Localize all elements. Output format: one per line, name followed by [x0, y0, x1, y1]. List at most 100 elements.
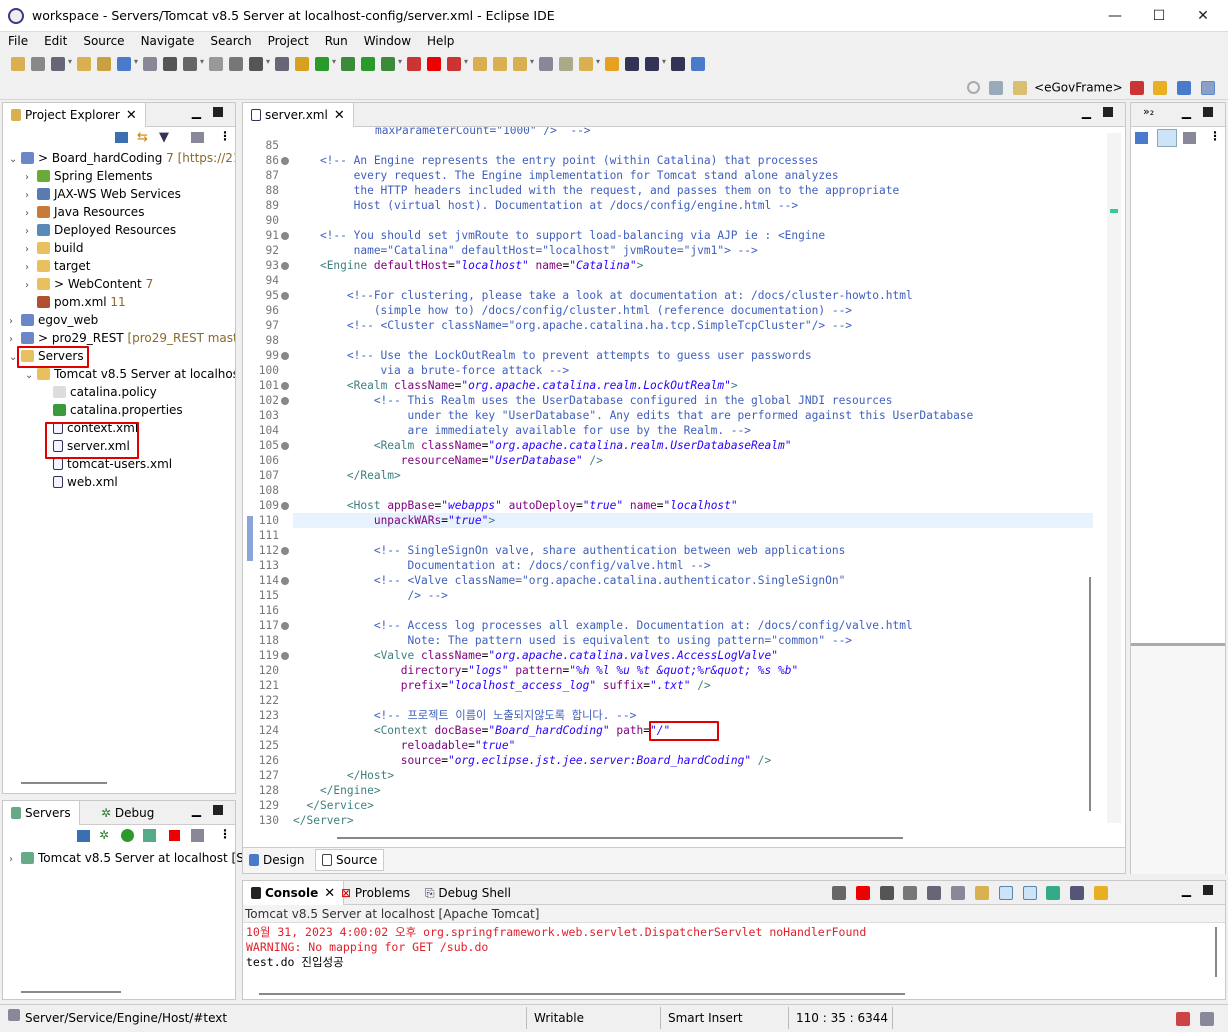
code-line[interactable]: resourceName="UserDatabase" />	[293, 453, 603, 468]
menu-search[interactable]: Search	[202, 32, 259, 50]
tree-item[interactable]: › build	[25, 239, 84, 257]
toolbar-button-icon[interactable]	[381, 56, 395, 71]
tree-item[interactable]: › > WebContent 7	[25, 275, 153, 293]
debug-server-icon[interactable]: ✲	[99, 828, 109, 842]
fold-toggle-icon[interactable]	[281, 622, 289, 630]
minimize-icon[interactable]: ▁	[192, 105, 201, 119]
fold-toggle-icon[interactable]	[281, 397, 289, 405]
fold-toggle-icon[interactable]	[281, 262, 289, 270]
code-line[interactable]: </Realm>	[293, 468, 401, 483]
code-line[interactable]: <!-- An Engine represents the entry poin…	[293, 153, 818, 168]
fold-toggle-icon[interactable]	[281, 232, 289, 240]
tree-item[interactable]: › Deployed Resources	[25, 221, 176, 239]
tree-item[interactable]: › egov_web	[9, 311, 98, 329]
code-line[interactable]: <!-- <Cluster className="org.apache.cata…	[293, 318, 852, 333]
tab-problems[interactable]: ⊠ Problems	[335, 881, 416, 905]
fold-toggle-icon[interactable]	[281, 547, 289, 555]
publish-icon[interactable]	[191, 829, 204, 842]
code-line[interactable]: under the key "UserDatabase". Any edits …	[293, 408, 974, 423]
toolbar-button-icon[interactable]	[315, 56, 329, 71]
egovframe-perspective-icon[interactable]	[1013, 80, 1028, 95]
dropdown-arrow-icon[interactable]: ▾	[530, 57, 536, 71]
toolbar-button-icon[interactable]	[513, 56, 527, 71]
java-perspective-icon[interactable]	[1177, 80, 1192, 95]
minimize-icon[interactable]: ▁	[1082, 105, 1091, 119]
more-icon[interactable]: ⋮	[219, 827, 231, 841]
code-line[interactable]: <Realm className="org.apache.catalina.re…	[293, 438, 792, 453]
toolbar-button-icon[interactable]	[671, 56, 685, 71]
code-line[interactable]: /> -->	[293, 588, 448, 603]
horizontal-scrollbar[interactable]	[21, 782, 107, 784]
fold-toggle-icon[interactable]	[281, 442, 289, 450]
tree-item[interactable]: › Spring Elements	[25, 167, 152, 185]
toolbar-button-icon[interactable]	[11, 56, 25, 71]
tree-item[interactable]: ›> pro29_REST [pro29_REST master]	[9, 329, 235, 347]
code-line[interactable]: source="org.eclipse.jst.jee.server:Board…	[293, 753, 772, 768]
close-icon[interactable]: ✕	[324, 886, 335, 901]
dropdown-arrow-icon[interactable]: ▾	[332, 57, 338, 71]
close-icon[interactable]: ✕	[126, 108, 137, 123]
console-output[interactable]: 10월 31, 2023 4:00:02 오후 org.springframew…	[243, 923, 1225, 972]
code-line[interactable]: <!-- 프로젝트 이름이 노출되지않도록 합니다. -->	[293, 708, 637, 723]
code-line[interactable]: every request. The Engine implementation…	[293, 168, 839, 183]
code-line[interactable]: </Server>	[293, 813, 354, 827]
menu-help[interactable]: Help	[419, 32, 462, 50]
toolbar-button-icon[interactable]	[473, 56, 487, 71]
fold-toggle-icon[interactable]	[281, 382, 289, 390]
dropdown-arrow-icon[interactable]: ▾	[200, 57, 206, 71]
tree-item[interactable]: pom.xml 11	[25, 293, 126, 311]
code-line[interactable]: <!-- SingleSignOn valve, share authentic…	[293, 543, 846, 558]
pin-console-icon[interactable]	[1046, 885, 1061, 900]
dropdown-arrow-icon[interactable]: ▾	[596, 57, 602, 71]
code-line[interactable]: <Valve className="org.apache.catalina.va…	[293, 648, 778, 663]
minimize-icon[interactable]: ▁	[1182, 883, 1191, 897]
collapse-all-icon[interactable]	[115, 132, 128, 143]
fold-toggle-icon[interactable]	[281, 652, 289, 660]
more-icon[interactable]: ⋮	[1209, 129, 1221, 143]
code-line[interactable]: <!-- You should set jvmRoute to support …	[293, 228, 825, 243]
maximize-icon[interactable]	[1203, 107, 1213, 117]
code-line[interactable]: </Service>	[293, 798, 373, 813]
menu-project[interactable]: Project	[260, 32, 317, 50]
toolbar-button-icon[interactable]	[691, 56, 705, 71]
code-line[interactable]: <!-- Access log processes all example. D…	[293, 618, 913, 633]
maximize-icon[interactable]	[213, 805, 223, 815]
toolbar-button-icon[interactable]	[341, 56, 355, 71]
toolbar-button-icon[interactable]	[51, 56, 65, 71]
menu-source[interactable]: Source	[75, 32, 132, 50]
code-line[interactable]: <Engine defaultHost="localhost" name="Ca…	[293, 258, 643, 273]
code-line[interactable]: <!-- This Realm uses the UserDatabase co…	[293, 393, 893, 408]
toolbar-button-icon[interactable]	[31, 56, 45, 71]
tree-item[interactable]: catalina.properties	[41, 401, 183, 419]
collapse-icon[interactable]	[77, 830, 90, 842]
dropdown-arrow-icon[interactable]: ▾	[266, 57, 272, 71]
tree-item[interactable]: › target	[25, 257, 91, 275]
tree-item[interactable]: ⌄ > Board_hardCoding 7 [https://218	[9, 149, 235, 167]
open-perspective-icon[interactable]	[989, 80, 1004, 95]
code-line[interactable]: via a brute-force attack -->	[293, 363, 570, 378]
chevron-right-icon[interactable]: ›	[9, 851, 21, 869]
maximize-icon[interactable]	[213, 107, 223, 117]
code-line[interactable]: reloadable="true"	[293, 738, 516, 753]
fold-toggle-icon[interactable]	[281, 352, 289, 360]
java-ee-perspective-icon[interactable]	[1153, 80, 1168, 95]
show-stderr-icon[interactable]	[1022, 885, 1037, 900]
code-line[interactable]: name="Catalina" defaultHost="localhost" …	[293, 243, 758, 258]
fold-toggle-icon[interactable]	[281, 577, 289, 585]
code-line[interactable]: directory="logs" pattern="%h %l %u %t &q…	[293, 663, 798, 678]
vertical-scrollbar[interactable]	[1089, 577, 1091, 811]
maximize-icon[interactable]	[1103, 107, 1113, 117]
close-button[interactable]: ✕	[1181, 4, 1225, 28]
tab-console[interactable]: Console ✕	[243, 881, 345, 905]
code-line[interactable]: <!-- <Valve className="org.apache.catali…	[293, 573, 846, 588]
minimize-icon[interactable]: ▁	[192, 803, 201, 817]
filter-icon[interactable]: ▼	[159, 130, 169, 145]
fold-toggle-icon[interactable]	[281, 292, 289, 300]
toolbar-button-icon[interactable]	[559, 56, 573, 71]
tree-item[interactable]: catalina.policy	[41, 383, 157, 401]
dropdown-arrow-icon[interactable]: ▾	[464, 57, 470, 71]
toolbar-button-icon[interactable]	[97, 56, 111, 71]
fold-toggle-icon[interactable]	[281, 502, 289, 510]
maximize-button[interactable]: ☐	[1137, 4, 1181, 28]
code-line[interactable]: the HTTP headers included with the reque…	[293, 183, 900, 198]
